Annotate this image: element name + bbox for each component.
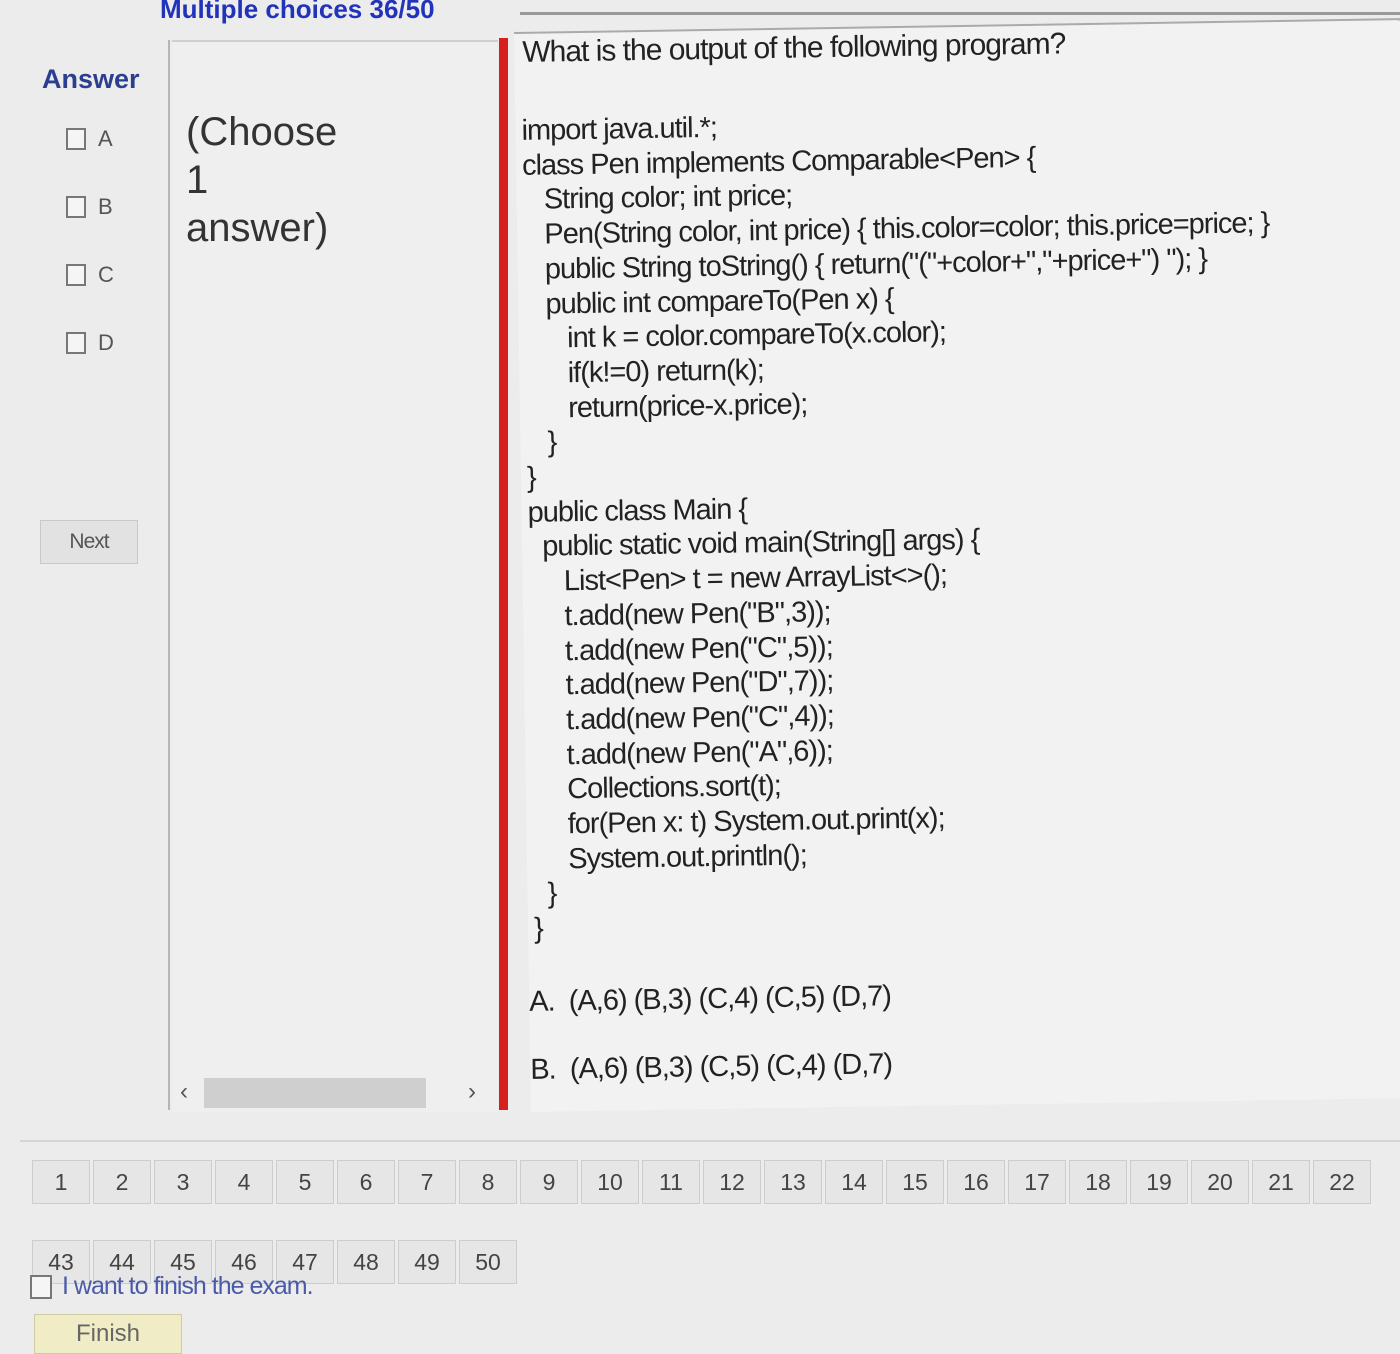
option-c-checkbox[interactable] [66, 264, 86, 286]
nav-question-button[interactable]: 17 [1008, 1160, 1066, 1204]
nav-question-button[interactable]: 19 [1130, 1160, 1188, 1204]
code-block: import java.util.*; class Pen implements… [521, 102, 1280, 946]
nav-question-button[interactable]: 48 [337, 1240, 395, 1284]
option-d-checkbox[interactable] [66, 332, 86, 354]
nav-question-button[interactable]: 3 [154, 1160, 212, 1204]
code-line: public static void main(String[] args) { [527, 524, 980, 564]
nav-question-button[interactable]: 21 [1252, 1160, 1310, 1204]
option-c[interactable]: C [66, 260, 114, 290]
bottom-divider [20, 1140, 1400, 1142]
code-line: t.add(new Pen("C",5)); [529, 630, 833, 668]
left-divider [168, 40, 170, 1110]
code-line: String color; int price; [522, 180, 793, 217]
question-navigation: 1 2 3 4 5 6 7 8 9 10 11 12 13 14 15 16 1… [32, 1160, 1400, 1284]
option-b[interactable]: B [66, 192, 113, 222]
nav-question-button[interactable]: 15 [886, 1160, 944, 1204]
option-b-checkbox[interactable] [66, 196, 86, 218]
code-line: } [533, 912, 544, 945]
code-line: Collections.sort(t); [531, 770, 782, 807]
nav-question-button[interactable]: 9 [520, 1160, 578, 1204]
code-line: } [526, 426, 557, 460]
nav-question-button[interactable]: 7 [398, 1160, 456, 1204]
horizontal-scrollbar-thumb[interactable] [204, 1078, 426, 1108]
nav-question-button[interactable]: 13 [764, 1160, 822, 1204]
code-line: t.add(new Pen("B",3)); [528, 595, 831, 633]
nav-question-button[interactable]: 10 [581, 1160, 639, 1204]
nav-question-button[interactable]: 1 [32, 1160, 90, 1204]
nav-question-button[interactable]: 5 [276, 1160, 334, 1204]
scroll-left-arrow-icon[interactable]: ‹ [180, 1078, 188, 1106]
instruction-panel: (Choose 1 answer) ‹ › [172, 40, 498, 1112]
code-line: for(Pen x: t) System.out.print(x); [532, 802, 945, 841]
page-title: Multiple choices 36/50 [160, 0, 435, 24]
code-line: } [533, 877, 557, 911]
option-a[interactable]: A [66, 124, 113, 154]
option-a-checkbox[interactable] [66, 128, 86, 150]
question-prompt: What is the output of the following prog… [522, 27, 1066, 69]
option-a-label: A [98, 126, 113, 151]
code-line: return(price-x.price); [525, 388, 808, 425]
code-line: t.add(new Pen("C",4)); [530, 700, 835, 737]
choice-a: A. (A,6) (B,3) (C,4) (C,5) (D,7) [528, 980, 892, 1018]
code-line: t.add(new Pen("A",6)); [531, 734, 834, 772]
choice-b: B. (A,6) (B,3) (C,5) (C,4) (D,7) [530, 1048, 893, 1086]
nav-question-button[interactable]: 18 [1069, 1160, 1127, 1204]
code-line: System.out.println(); [532, 839, 807, 876]
question-panel: What is the output of the following prog… [514, 18, 1400, 1112]
nav-question-button[interactable]: 12 [703, 1160, 761, 1204]
nav-question-button[interactable]: 14 [825, 1160, 883, 1204]
question-accent-bar [499, 38, 508, 1110]
code-line: class Pen implements Comparable<Pen> { [521, 141, 1036, 182]
code-line: int k = color.compareTo(x.color); [524, 316, 947, 356]
nav-question-button[interactable]: 49 [398, 1240, 456, 1284]
finish-exam-label: I want to finish the exam. [62, 1272, 314, 1300]
code-line: List<Pen> t = new ArrayList<>(); [528, 559, 948, 598]
option-d-label: D [98, 330, 114, 355]
nav-question-button[interactable]: 11 [642, 1160, 700, 1204]
next-button[interactable]: Next [40, 520, 138, 564]
option-d[interactable]: D [66, 328, 114, 358]
finish-exam-option[interactable]: I want to finish the exam. [30, 1272, 314, 1301]
option-c-label: C [98, 262, 114, 287]
nav-question-button[interactable]: 20 [1191, 1160, 1249, 1204]
code-line: t.add(new Pen("D",7)); [530, 665, 834, 703]
top-divider [520, 12, 1400, 15]
code-line: if(k!=0) return(k); [525, 354, 765, 390]
nav-question-button[interactable]: 4 [215, 1160, 273, 1204]
finish-button[interactable]: Finish [34, 1314, 182, 1354]
choose-instruction: (Choose 1 answer) [186, 110, 338, 250]
scroll-right-arrow-icon[interactable]: › [468, 1078, 476, 1106]
nav-question-button[interactable]: 50 [459, 1240, 517, 1284]
answer-heading: Answer [42, 64, 140, 94]
code-line: public class Main { [527, 493, 748, 529]
code-line: import java.util.*; [521, 111, 718, 147]
nav-question-button[interactable]: 16 [947, 1160, 1005, 1204]
code-line: public int compareTo(Pen x) { [524, 282, 894, 321]
nav-question-button[interactable]: 6 [337, 1160, 395, 1204]
option-b-label: B [98, 194, 113, 219]
nav-question-button[interactable]: 22 [1313, 1160, 1371, 1204]
nav-question-button[interactable]: 8 [459, 1160, 517, 1204]
nav-question-button[interactable]: 2 [93, 1160, 151, 1204]
finish-exam-checkbox[interactable] [30, 1274, 52, 1299]
code-line: } [526, 461, 536, 494]
